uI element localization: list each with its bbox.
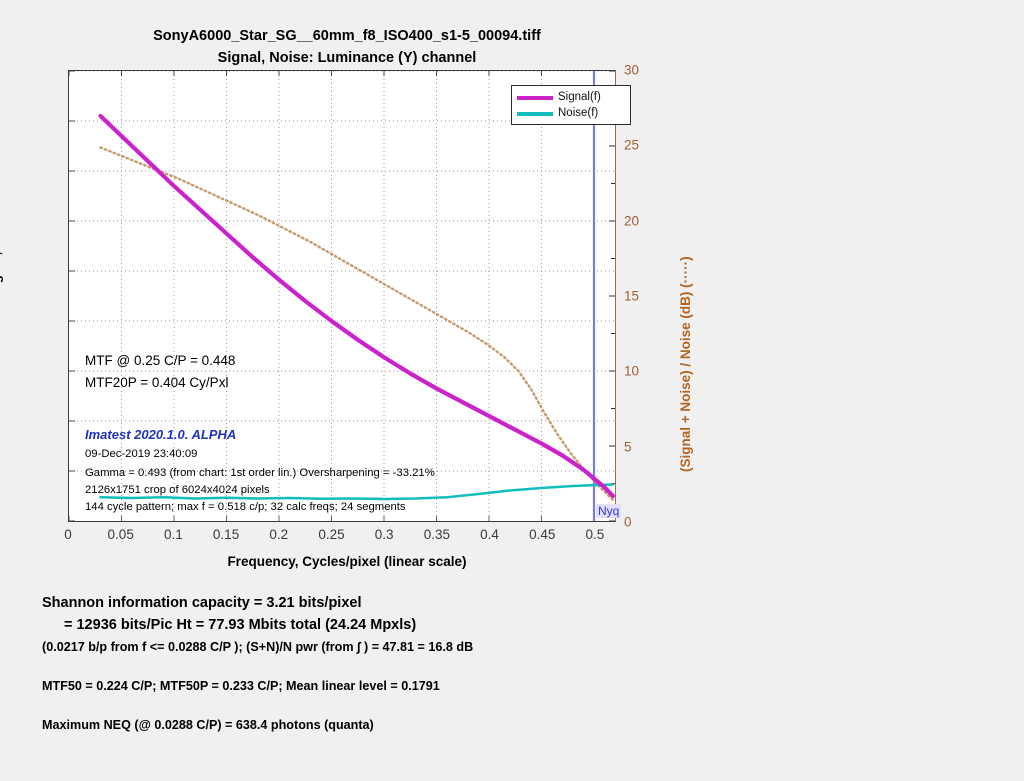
legend-item-signal: Signal(f): [517, 90, 625, 106]
legend-item-noise: Noise(f): [517, 106, 625, 122]
figure-title-line2: Signal, Noise: Luminance (Y) channel: [217, 50, 477, 66]
summary-line-1: Shannon information capacity = 3.21 bits…: [42, 595, 362, 611]
legend-label-signal: Signal(f): [558, 91, 601, 104]
control-panel: Zoom Whole img Crop Chart 5. Star chart …: [694, 0, 1024, 781]
y-axis-right-tick: 30: [624, 62, 640, 78]
x-axis-tick: 0.5: [585, 527, 605, 542]
y-axis-right-tick: 5: [624, 439, 632, 455]
x-axis-tick: 0.45: [529, 527, 556, 542]
annotation-cycles: 144 cycle pattern; max f = 0.518 c/p; 32…: [85, 501, 406, 513]
annotation-mtf20p: MTF20P = 0.404 Cy/Pxl: [85, 375, 229, 390]
summary-line-4: MTF50 = 0.224 C/P; MTF50P = 0.233 C/P; M…: [42, 679, 440, 693]
y-axis-right-tick: 10: [624, 363, 640, 379]
plot-area: MTF @ 0.25 C/P = 0.448 MTF20P = 0.404 Cy…: [68, 70, 631, 522]
figure-panel: SonyA6000_Star_SG__60mm_f8_ISO400_s1-5_0…: [0, 0, 694, 781]
chart-legend: Signal(f) Noise(f): [511, 85, 631, 125]
y-axis-left-label: Signal, Noise: [0, 211, 3, 296]
y-axis-right-tick: 25: [624, 137, 640, 153]
x-axis-label: Frequency, Cycles/pixel (linear scale): [227, 554, 467, 569]
x-axis-tick: 0.3: [374, 527, 394, 542]
annotation-mtf-025: MTF @ 0.25 C/P = 0.448: [85, 353, 236, 368]
legend-label-noise: Noise(f): [558, 107, 599, 120]
annotation-version: Imatest 2020.1.0. ALPHA: [85, 427, 237, 442]
y-axis-right-tick: 0: [624, 514, 632, 530]
annotation-date: 09-Dec-2019 23:40:09: [85, 448, 198, 460]
y-axis-right-tick: 15: [624, 288, 640, 304]
y-axis-right-label: (Signal + Noise) / Noise (dB) (·····): [678, 256, 693, 472]
legend-swatch-noise: [517, 112, 553, 116]
annotation-gamma: Gamma = 0.493 (from chart: 1st order lin…: [85, 467, 435, 479]
annotation-crop: 2126x1751 crop of 6024x4024 pixels: [85, 484, 270, 496]
x-axis-tick: 0: [64, 527, 72, 542]
summary-line-5: Maximum NEQ (@ 0.0288 C/P) = 638.4 photo…: [42, 718, 374, 732]
summary-line-2: = 12936 bits/Pic Ht = 77.93 Mbits total …: [64, 617, 417, 633]
x-axis-tick: 0.25: [318, 527, 345, 542]
x-axis-tick: 0.4: [480, 527, 499, 542]
y-axis-right-tick: 20: [624, 213, 640, 229]
x-axis-tick: 0.35: [423, 527, 450, 542]
summary-line-3: (0.0217 b/p from f <= 0.0288 C/P ); (S+N…: [42, 640, 474, 654]
x-axis-tick: 0.2: [269, 527, 289, 542]
x-axis-tick: 0.1: [163, 527, 183, 542]
nyquist-label: Nyq: [596, 504, 622, 518]
figure-title-line1: SonyA6000_Star_SG__60mm_f8_ISO400_s1-5_0…: [153, 28, 541, 44]
legend-swatch-signal: [517, 96, 553, 100]
x-axis-tick: 0.05: [107, 527, 134, 542]
x-axis-tick: 0.15: [212, 527, 240, 542]
